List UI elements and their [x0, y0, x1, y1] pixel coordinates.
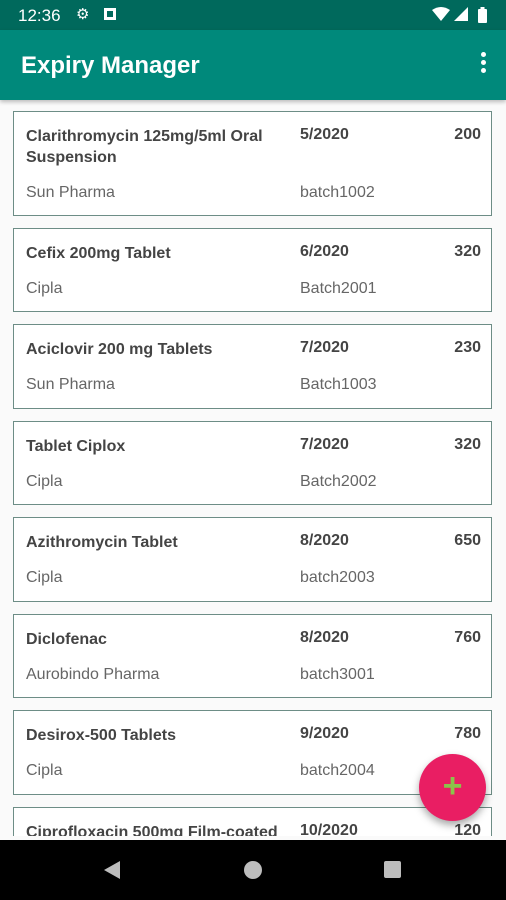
item-manufacturer: Cipla [26, 280, 63, 297]
item-manufacturer: Cipla [26, 473, 63, 490]
item-quantity: 650 [454, 532, 481, 549]
back-icon[interactable] [104, 861, 120, 879]
item-name: Ciprofloxacin 500mg Film-coated [26, 824, 278, 836]
app-title: Expiry Manager [21, 52, 200, 79]
add-icon: + [442, 767, 463, 805]
list-item[interactable]: Clarithromycin 125mg/5ml Oral Suspension… [13, 111, 492, 216]
status-bar: 12:36 ⚙ [0, 0, 506, 30]
app-bar: Expiry Manager [0, 30, 506, 100]
item-name: Clarithromycin 125mg/5ml Oral Suspension [26, 128, 263, 166]
list-item[interactable]: Ciprofloxacin 500mg Film-coated 10/2020 … [13, 807, 492, 836]
settings-icon: ⚙ [76, 6, 90, 23]
item-quantity: 320 [454, 436, 481, 453]
home-icon[interactable] [244, 861, 262, 879]
battery-icon [478, 7, 487, 27]
item-expiry: 5/2020 [300, 126, 349, 143]
item-expiry: 6/2020 [300, 243, 349, 260]
item-batch: batch2003 [300, 569, 375, 586]
item-quantity: 760 [454, 629, 481, 646]
item-batch: Batch2002 [300, 473, 377, 490]
item-batch: Batch1003 [300, 376, 377, 393]
item-quantity: 230 [454, 339, 481, 356]
item-quantity: 200 [454, 126, 481, 143]
item-expiry: 7/2020 [300, 436, 349, 453]
item-quantity: 120 [454, 822, 481, 836]
item-batch: Batch2001 [300, 280, 377, 297]
item-expiry: 10/2020 [300, 822, 358, 836]
list-item[interactable]: Tablet Ciplox 7/2020 320 Cipla Batch2002 [13, 421, 492, 505]
notification-icon [103, 7, 117, 25]
list-item[interactable]: Cefix 200mg Tablet 6/2020 320 Cipla Batc… [13, 228, 492, 312]
list-item[interactable]: Diclofenac 8/2020 760 Aurobindo Pharma b… [13, 614, 492, 698]
navigation-bar [0, 840, 506, 900]
list-item[interactable]: Azithromycin Tablet 8/2020 650 Cipla bat… [13, 517, 492, 602]
add-button[interactable]: + [419, 754, 486, 821]
item-manufacturer: Cipla [26, 569, 63, 586]
list-item[interactable]: Aciclovir 200 mg Tablets 7/2020 230 Sun … [13, 324, 492, 409]
item-expiry: 9/2020 [300, 725, 349, 742]
more-vert-icon[interactable] [478, 52, 488, 78]
item-expiry: 8/2020 [300, 629, 349, 646]
recents-icon[interactable] [384, 861, 401, 878]
item-name: Diclofenac [26, 631, 107, 648]
wifi-icon [432, 7, 450, 25]
medicine-list[interactable]: Clarithromycin 125mg/5ml Oral Suspension… [0, 100, 506, 836]
item-quantity: 320 [454, 243, 481, 260]
item-batch: batch2004 [300, 762, 375, 779]
item-name: Azithromycin Tablet [26, 534, 178, 551]
item-batch: batch1002 [300, 184, 375, 201]
item-manufacturer: Aurobindo Pharma [26, 666, 160, 683]
item-name: Aciclovir 200 mg Tablets [26, 341, 213, 358]
item-name: Cefix 200mg Tablet [26, 245, 171, 262]
signal-icon [454, 7, 468, 25]
item-batch: batch3001 [300, 666, 375, 683]
item-name: Desirox-500 Tablets [26, 727, 176, 744]
item-manufacturer: Cipla [26, 762, 63, 779]
item-manufacturer: Sun Pharma [26, 376, 115, 393]
item-quantity: 780 [454, 725, 481, 742]
item-expiry: 8/2020 [300, 532, 349, 549]
item-expiry: 7/2020 [300, 339, 349, 356]
status-time: 12:36 [18, 6, 61, 25]
item-manufacturer: Sun Pharma [26, 184, 115, 201]
item-name: Tablet Ciplox [26, 438, 126, 455]
